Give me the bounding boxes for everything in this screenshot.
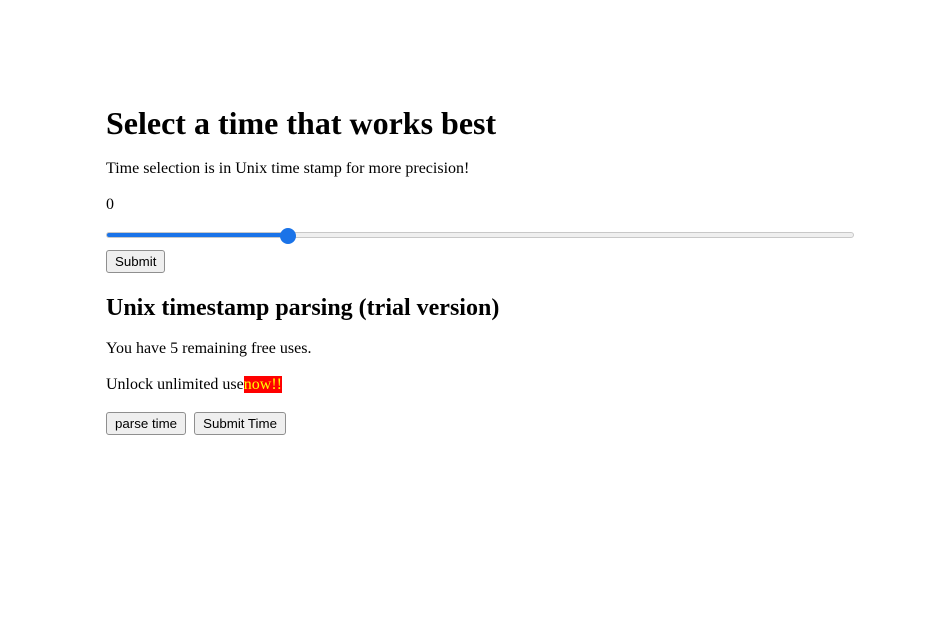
page-title: Select a time that works best <box>106 0 878 142</box>
unlock-highlight[interactable]: now!! <box>244 376 282 393</box>
intro-text: Time selection is in Unix time stamp for… <box>106 160 878 178</box>
page-viewport[interactable]: Select a time that works best Time selec… <box>0 0 938 636</box>
unlock-prefix: Unlock unlimited use <box>106 376 244 393</box>
page-body: Select a time that works best Time selec… <box>0 0 938 636</box>
remaining-uses-text: You have 5 remaining free uses. <box>106 340 878 358</box>
section-heading: Unix timestamp parsing (trial version) <box>106 295 878 322</box>
button-row: parse time Submit Time <box>106 412 878 435</box>
content-area: Select a time that works best Time selec… <box>106 0 878 435</box>
parse-time-button[interactable]: parse time <box>106 412 186 435</box>
slider-value-display: 0 <box>106 196 878 214</box>
unlock-line: Unlock unlimited usenow!! <box>106 376 878 394</box>
time-slider[interactable] <box>106 226 854 244</box>
submit-time-button[interactable]: Submit Time <box>194 412 286 435</box>
submit-button[interactable]: Submit <box>106 250 165 273</box>
